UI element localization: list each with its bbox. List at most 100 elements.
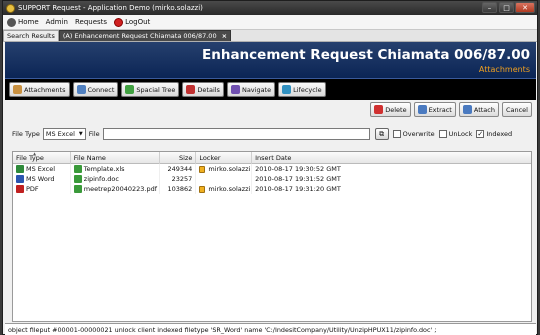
table-row[interactable]: MS Excel Template.xls 249344 mirko.solaz… — [13, 164, 531, 174]
nav-lifecycle-label: Lifecycle — [293, 85, 322, 94]
menu-requests-label: Requests — [74, 18, 108, 26]
unlock-checkbox[interactable]: UnLock — [438, 130, 473, 138]
locker-text: mirko.solazzi — [208, 165, 251, 173]
cell-file-name: Template.xls — [71, 164, 161, 174]
delete-button-label: Delete — [385, 105, 407, 114]
power-icon — [114, 17, 124, 27]
cancel-button-label: Cancel — [505, 105, 528, 114]
table-row[interactable]: MS Word zipinfo.doc 23257 2010-08-17 19:… — [13, 174, 531, 184]
page-title: Enhancement Request Chiamata 006/87.00 — [202, 47, 530, 63]
attachments-table: ▲ File Type File Name Size Locker Insert … — [12, 151, 532, 322]
column-insert-date-label: Insert Date — [255, 154, 292, 162]
menu-admin[interactable]: Admin — [46, 18, 68, 26]
lock-icon — [199, 185, 206, 193]
nav-lifecycle-button[interactable]: Lifecycle — [278, 82, 326, 97]
menu-home-label: Home — [18, 18, 39, 26]
tab-bar: Search Results (A) Enhancement Request C… — [3, 30, 537, 42]
menu-logout[interactable]: LogOut — [114, 17, 150, 27]
cell-locker — [196, 174, 253, 184]
attach-button-label: Attach — [473, 105, 495, 114]
file-type-value: MS Excel — [45, 130, 75, 138]
nav-spacial-tree-button[interactable]: Spacial Tree — [121, 82, 180, 97]
overwrite-checkbox[interactable]: Overwrite — [392, 130, 435, 138]
cell-file-name: meetrep20040223.pdf — [71, 184, 161, 194]
cell-insert-date: 2010-08-17 19:31:52 GMT — [255, 175, 341, 183]
cell-locker: mirko.solazzi — [196, 164, 253, 174]
connect-icon — [76, 85, 86, 94]
file-name-text: zipinfo.doc — [83, 175, 119, 183]
file-path-input[interactable] — [102, 128, 370, 140]
nav-attachments-button[interactable]: Attachments — [9, 82, 70, 97]
unlock-checkbox-box[interactable] — [438, 130, 447, 138]
nav-connect-label: Connect — [87, 85, 115, 94]
menu-admin-label: Admin — [45, 18, 68, 26]
nav-attachments-label: Attachments — [24, 85, 66, 94]
save-icon[interactable] — [73, 175, 82, 183]
extract-icon — [417, 105, 427, 114]
status-bar: object fileput #00001-00000021 unlock cl… — [5, 323, 536, 335]
cell-locker: mirko.solazzi — [196, 184, 253, 194]
file-type-text: MS Word — [26, 175, 55, 183]
title-bar[interactable]: SUPPORT Request - Application Demo (mirk… — [3, 1, 537, 15]
home-icon — [7, 17, 16, 27]
action-buttons: Delete Extract Attach Cancel — [367, 102, 532, 117]
chevron-down-icon: ▼ — [78, 131, 83, 137]
file-type-select[interactable]: MS Excel ▼ — [42, 128, 86, 140]
extract-button[interactable]: Extract — [413, 102, 456, 117]
nav-details-button[interactable]: Details — [182, 82, 224, 97]
column-header-file-name[interactable]: File Name — [71, 152, 161, 164]
indexed-checkbox[interactable]: ✓ Indexed — [476, 130, 512, 138]
table-header: ▲ File Type File Name Size Locker Insert … — [13, 152, 531, 164]
delete-icon — [374, 105, 384, 114]
table-row[interactable]: PDF meetrep20040223.pdf 103862 mirko.sol… — [13, 184, 531, 194]
locker-text: mirko.solazzi — [208, 185, 251, 193]
excel-icon — [16, 165, 24, 173]
delete-button[interactable]: Delete — [370, 102, 411, 117]
sort-indicator-icon: ▲ — [33, 151, 37, 156]
save-icon[interactable] — [73, 185, 82, 193]
menu-requests[interactable]: Requests — [75, 18, 107, 26]
attach-icon — [462, 105, 472, 114]
nav-spacial-tree-label: Spacial Tree — [136, 85, 176, 94]
file-upload-row: File Type MS Excel ▼ File ⧉ Overwrite UnL… — [12, 127, 532, 141]
navigate-icon — [230, 85, 240, 94]
word-icon — [16, 175, 24, 183]
column-header-locker[interactable]: Locker — [196, 152, 253, 164]
cell-size: 103862 — [160, 184, 197, 194]
column-header-size[interactable]: Size — [160, 152, 197, 164]
menu-home[interactable]: Home — [7, 17, 39, 27]
cell-size: 23257 — [160, 174, 197, 184]
indexed-checkbox-box[interactable]: ✓ — [476, 130, 485, 138]
cell-file-name: zipinfo.doc — [71, 174, 161, 184]
menu-bar: Home Admin Requests LogOut — [3, 15, 537, 30]
tab-close-icon[interactable]: × — [222, 32, 227, 40]
minimize-icon[interactable]: – — [482, 2, 497, 13]
tab-enhancement-request-label: (A) Enhancement Request Chiamata 006/87.… — [62, 32, 217, 40]
details-icon — [186, 85, 196, 94]
nav-navigate-button[interactable]: Navigate — [226, 82, 276, 97]
cell-file-type: MS Excel — [13, 164, 71, 174]
status-text: object fileput #00001-00000021 unlock cl… — [8, 325, 437, 334]
overwrite-checkbox-box[interactable] — [392, 130, 401, 138]
cell-insert-date: 2010-08-17 19:31:20 GMT — [255, 185, 341, 193]
page-subtitle: Attachments — [478, 65, 530, 74]
close-icon[interactable]: ✕ — [515, 2, 535, 13]
cancel-button[interactable]: Cancel — [501, 102, 532, 117]
maximize-icon[interactable]: □ — [499, 2, 514, 13]
app-window: SUPPORT Request - Application Demo (mirk… — [2, 0, 538, 335]
attach-button[interactable]: Attach — [458, 102, 499, 117]
browse-icon[interactable]: ⧉ — [374, 128, 389, 140]
tab-search-results[interactable]: Search Results — [3, 30, 59, 41]
lifecycle-icon — [282, 85, 292, 94]
tab-enhancement-request[interactable]: (A) Enhancement Request Chiamata 006/87.… — [58, 30, 232, 41]
indexed-label: Indexed — [486, 130, 513, 138]
column-header-file-type[interactable]: ▲ File Type — [13, 152, 71, 164]
attachment-icon — [13, 85, 22, 94]
nav-navigate-label: Navigate — [241, 85, 272, 94]
save-icon[interactable] — [73, 165, 82, 173]
cell-insert-date: 2010-08-17 19:30:52 GMT — [255, 165, 341, 173]
column-header-insert-date[interactable]: Insert Date — [252, 152, 531, 164]
unlock-label: UnLock — [448, 130, 473, 138]
file-type-text: PDF — [26, 185, 39, 193]
nav-connect-button[interactable]: Connect — [72, 82, 119, 97]
